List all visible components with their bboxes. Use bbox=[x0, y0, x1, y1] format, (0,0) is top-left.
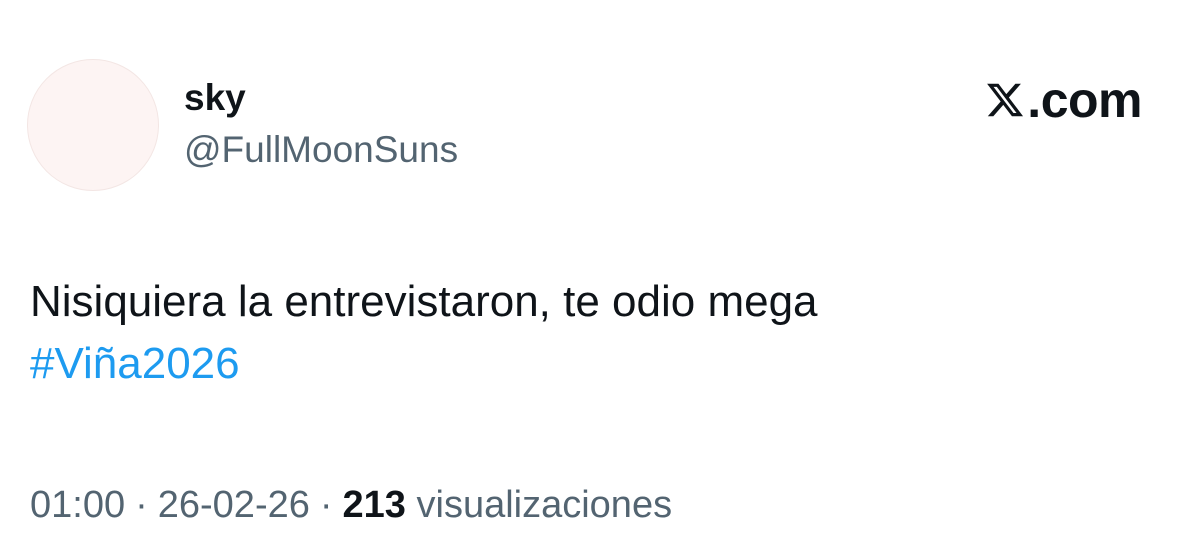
author-display-name[interactable]: sky bbox=[184, 76, 246, 120]
views-label: visualizaciones bbox=[416, 484, 673, 526]
author-handle[interactable]: @FullMoonSuns bbox=[184, 128, 458, 172]
avatar[interactable] bbox=[27, 59, 159, 191]
brand-x-com: .com bbox=[985, 72, 1142, 128]
tweet-text: Nisiquiera la entrevistaron, te odio meg… bbox=[30, 271, 818, 395]
views-count: 213 bbox=[342, 484, 406, 526]
tweet-meta: 01:00 · 26-02-26 · 213 visualizaciones bbox=[30, 480, 672, 530]
tweet-time[interactable]: 01:00 bbox=[30, 484, 125, 526]
brand-text: .com bbox=[1027, 72, 1142, 128]
tweet-date[interactable]: 26-02-26 bbox=[158, 484, 310, 526]
tweet-text-line: Nisiquiera la entrevistaron, te odio meg… bbox=[30, 277, 818, 326]
tweet-card: sky @FullMoonSuns .com Nisiquiera la ent… bbox=[0, 0, 1200, 560]
hashtag-link[interactable]: #Viña2026 bbox=[30, 333, 818, 395]
meta-separator: · bbox=[319, 484, 333, 526]
x-logo-icon bbox=[985, 80, 1025, 120]
meta-separator: · bbox=[135, 484, 148, 526]
